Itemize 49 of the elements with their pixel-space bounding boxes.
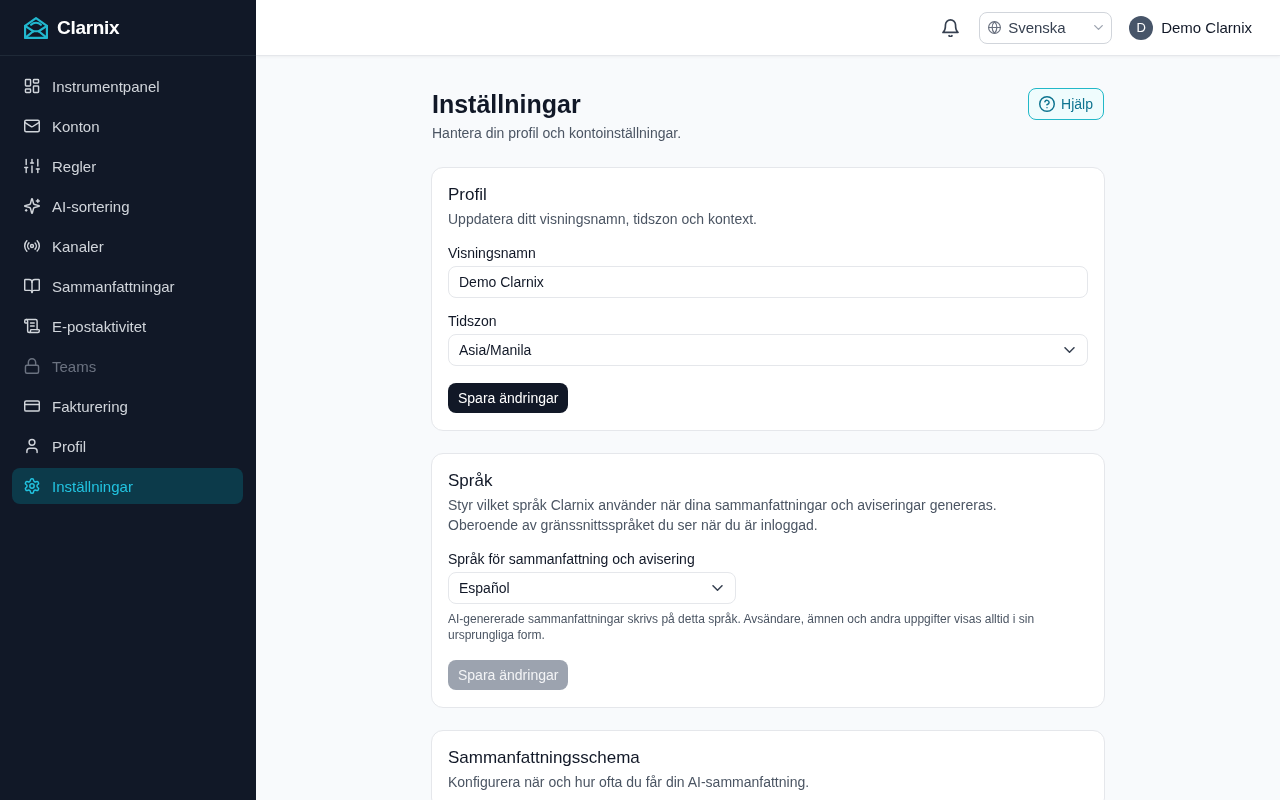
envelope-icon [24, 118, 40, 134]
book-icon [24, 278, 40, 294]
broadcast-icon [24, 238, 40, 254]
select-field[interactable]: Asia/Manila [448, 334, 1088, 366]
scroll-icon [24, 318, 40, 334]
sidebar-item[interactable]: AI-sortering [12, 188, 243, 224]
section-title: Sammanfattningsschema [448, 747, 641, 769]
field-label: Tidszon [448, 312, 498, 331]
chevron-down-icon [712, 585, 723, 591]
sidebar-item[interactable]: Konton [12, 108, 243, 144]
save-button[interactable]: Spara ändringar [448, 383, 569, 413]
sliders-icon [24, 158, 40, 174]
section-description: Styr vilket språk Clarnix använder när dina sammanfattningar och aviseringar genereras. Oberoende av gränssnittsspråket du ser när du är inloggad. [448, 496, 998, 535]
bell-icon[interactable] [942, 18, 960, 37]
section-description: Uppdatera ditt visningsnamn, tidszon och kontext. [448, 210, 758, 229]
sidebar-item[interactable]: Sammanfattningar [12, 268, 243, 304]
language-select[interactable]: Svenska [979, 11, 1113, 44]
logo-icon [24, 15, 48, 40]
settings-icon [24, 478, 40, 494]
field-hint: AI-genererade sammanfattningar skrivs på detta språk. Avsändare, ämnen och andra uppgifter visas alltid i sin ursprungliga form. [448, 611, 1036, 643]
brand-name: Clarnix [57, 16, 120, 39]
select-field[interactable]: Español [448, 572, 736, 604]
grid-icon [24, 78, 40, 94]
user-name[interactable]: Demo Clarnix [1161, 19, 1252, 36]
sparkle-icon [24, 198, 40, 214]
avatar[interactable]: D [1129, 15, 1154, 40]
sidebar-item[interactable]: Instrumentpanel [12, 68, 243, 104]
section-description: Konfigurera när och hur ofta du får din AI-sammanfattning. [448, 773, 811, 792]
sidebar-item[interactable]: Regler [12, 148, 243, 184]
chevron-down-icon [1064, 347, 1075, 353]
person-icon [24, 438, 40, 454]
page-subtitle: Hantera din profil och kontoinställningar. [432, 124, 682, 143]
section-title: Språk [448, 470, 494, 492]
lock-icon [24, 358, 40, 374]
sidebar-item[interactable]: E-postaktivitet [12, 308, 243, 344]
help-icon [1039, 96, 1056, 112]
sidebar-item[interactable]: Profil [12, 428, 243, 464]
section-title: Profil [448, 184, 488, 206]
field-label: Visningsnamn [448, 244, 537, 263]
sidebar-item[interactable]: Inställningar [12, 468, 243, 504]
page-title: Inställningar [432, 89, 582, 120]
sidebar-item[interactable]: Kanaler [12, 228, 243, 264]
field-label: Språk för sammanfattning och avisering [448, 550, 696, 569]
sidebar-item[interactable]: Fakturering [12, 388, 243, 424]
help-button[interactable]: Hjälp [1028, 88, 1104, 120]
globe-icon [988, 21, 1002, 34]
text-field[interactable]: Demo Clarnix [448, 266, 1088, 298]
credit-card-icon [24, 398, 40, 414]
chevron-down-icon [1094, 25, 1104, 30]
